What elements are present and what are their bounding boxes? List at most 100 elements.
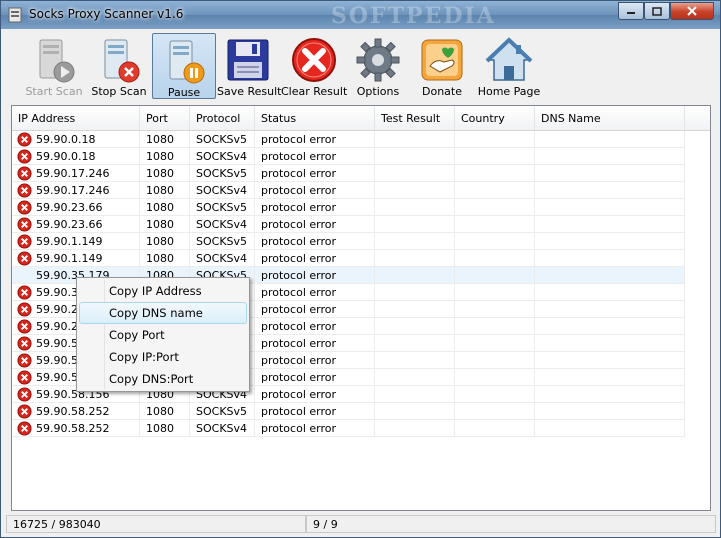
table-row[interactable]: 59.90.1.149 1080 SOCKSv4 protocol error	[12, 250, 685, 267]
cell-protocol: SOCKSv5	[190, 131, 255, 148]
table-row[interactable]: 59.90.58.252 1080 SOCKSv4 protocol error	[12, 420, 685, 437]
cell-country	[455, 250, 535, 267]
start-scan-button[interactable]: Start Scan	[11, 33, 97, 99]
cell-test-result	[375, 250, 455, 267]
cell-status: protocol error	[255, 352, 375, 369]
red-x-icon	[292, 38, 336, 82]
stop-scan-button[interactable]: Stop Scan	[89, 33, 149, 99]
cell-status: protocol error	[255, 165, 375, 182]
cell-port: 1080	[140, 250, 190, 267]
close-icon	[687, 6, 697, 16]
title-bar[interactable]: Socks Proxy Scanner v1.6 SOFTPEDIA	[1, 1, 720, 29]
start-scan-label: Start Scan	[25, 85, 83, 98]
cell-status: protocol error	[255, 131, 375, 148]
close-button[interactable]	[670, 2, 714, 20]
stop-scan-label: Stop Scan	[91, 85, 147, 98]
options-button[interactable]: Options	[349, 33, 407, 99]
cell-country	[455, 284, 535, 301]
table-row[interactable]: 59.90.0.18 1080 SOCKSv4 protocol error	[12, 148, 685, 165]
window-controls	[618, 2, 714, 20]
cell-port: 1080	[140, 420, 190, 437]
cell-ip-address: 59.90.58.252	[12, 403, 140, 420]
app-icon	[8, 7, 22, 23]
cell-protocol: SOCKSv4	[190, 216, 255, 233]
cell-dns-name	[535, 301, 685, 318]
clear-result-label: Clear Result	[281, 85, 348, 98]
cell-country	[455, 182, 535, 199]
table-row[interactable]: 59.90.17.246 1080 SOCKSv5 protocol error	[12, 165, 685, 182]
cell-test-result	[375, 233, 455, 250]
watermark: SOFTPEDIA	[331, 3, 496, 29]
cell-dns-name	[535, 233, 685, 250]
table-row[interactable]: 59.90.23.66 1080 SOCKSv4 protocol error	[12, 216, 685, 233]
cell-test-result	[375, 335, 455, 352]
cell-protocol: SOCKSv4	[190, 250, 255, 267]
column-header-filler	[685, 106, 710, 130]
cell-test-result	[375, 131, 455, 148]
column-header-country[interactable]: Country	[455, 106, 535, 130]
cell-dns-name	[535, 386, 685, 403]
cell-test-result	[375, 284, 455, 301]
cell-country	[455, 267, 535, 284]
column-header-test-result[interactable]: Test Result	[375, 106, 455, 130]
cell-status: protocol error	[255, 148, 375, 165]
cell-test-result	[375, 352, 455, 369]
cell-ip-address: 59.90.1.149	[12, 250, 140, 267]
save-result-button[interactable]: Save Result	[217, 33, 282, 99]
column-header-port[interactable]: Port	[140, 106, 190, 130]
minimize-button[interactable]	[618, 2, 644, 20]
thread-counter: 9 / 9	[306, 515, 716, 533]
cell-test-result	[375, 148, 455, 165]
cell-country	[455, 318, 535, 335]
menu-item-copy-dns-port[interactable]: Copy DNS:Port	[79, 368, 247, 390]
cell-port: 1080	[140, 131, 190, 148]
cell-dns-name	[535, 131, 685, 148]
cell-test-result	[375, 182, 455, 199]
cell-test-result	[375, 267, 455, 284]
cell-test-result	[375, 369, 455, 386]
gear-icon	[356, 38, 400, 82]
column-header-dns-name[interactable]: DNS Name	[535, 106, 685, 130]
home-page-button[interactable]: Home Page	[477, 33, 541, 99]
cell-status: protocol error	[255, 369, 375, 386]
clear-result-button[interactable]: Clear Result	[281, 33, 347, 99]
maximize-button[interactable]	[644, 2, 670, 20]
table-row[interactable]: 59.90.58.252 1080 SOCKSv5 protocol error	[12, 403, 685, 420]
cell-test-result	[375, 318, 455, 335]
cell-country	[455, 233, 535, 250]
cell-test-result	[375, 386, 455, 403]
cell-protocol: SOCKSv5	[190, 233, 255, 250]
cell-dns-name	[535, 267, 685, 284]
cell-port: 1080	[140, 199, 190, 216]
cell-status: protocol error	[255, 335, 375, 352]
table-row[interactable]: 59.90.1.149 1080 SOCKSv5 protocol error	[12, 233, 685, 250]
column-header-status[interactable]: Status	[255, 106, 375, 130]
pause-button[interactable]: Pause	[152, 33, 216, 99]
table-row[interactable]: 59.90.17.246 1080 SOCKSv4 protocol error	[12, 182, 685, 199]
cell-country	[455, 216, 535, 233]
column-header-ip-address[interactable]: IP Address	[12, 106, 140, 130]
cell-protocol: SOCKSv4	[190, 420, 255, 437]
cell-dns-name	[535, 284, 685, 301]
menu-item-copy-ip-port[interactable]: Copy IP:Port	[79, 346, 247, 368]
cell-port: 1080	[140, 182, 190, 199]
table-row[interactable]: 59.90.23.66 1080 SOCKSv5 protocol error	[12, 199, 685, 216]
cell-country	[455, 352, 535, 369]
context-menu: Copy IP Address Copy DNS name Copy Port …	[76, 277, 250, 392]
cell-port: 1080	[140, 233, 190, 250]
cell-test-result	[375, 301, 455, 318]
cell-ip-address: 59.90.58.252	[12, 420, 140, 437]
cell-dns-name	[535, 352, 685, 369]
cell-country	[455, 386, 535, 403]
cell-dns-name	[535, 199, 685, 216]
table-row[interactable]: 59.90.0.18 1080 SOCKSv5 protocol error	[12, 131, 685, 148]
floppy-disk-icon	[227, 39, 269, 81]
cell-status: protocol error	[255, 216, 375, 233]
app-window: Socks Proxy Scanner v1.6 SOFTPEDIA Start…	[0, 0, 721, 538]
menu-item-copy-port[interactable]: Copy Port	[79, 324, 247, 346]
menu-item-copy-dns-name[interactable]: Copy DNS name	[79, 302, 247, 324]
column-header-protocol[interactable]: Protocol	[190, 106, 255, 130]
donate-button[interactable]: Donate	[411, 33, 473, 99]
menu-item-copy-ip-address[interactable]: Copy IP Address	[79, 280, 247, 302]
cell-dns-name	[535, 250, 685, 267]
